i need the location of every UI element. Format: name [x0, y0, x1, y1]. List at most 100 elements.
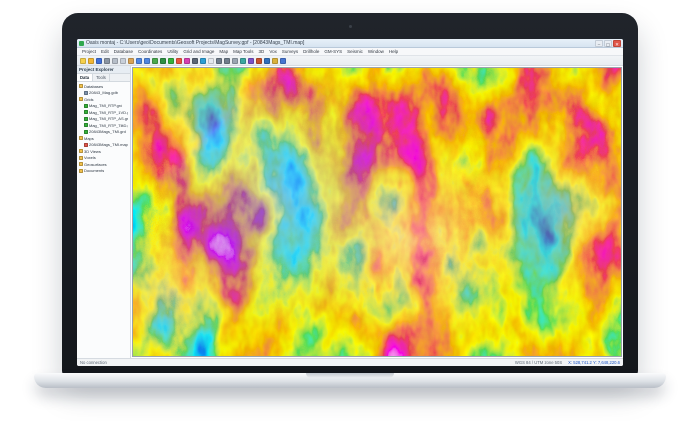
- explorer-tabs: DataTools: [77, 74, 130, 82]
- save-icon[interactable]: [96, 58, 102, 64]
- grid-icon: [84, 130, 88, 134]
- menu-bar: ProjectEditDatabaseCoordinatesUtilityGri…: [77, 48, 623, 56]
- menu-item[interactable]: Project: [80, 49, 98, 54]
- tree-item[interactable]: Documents: [77, 168, 130, 175]
- panel-title: Project Explorer: [77, 66, 130, 74]
- menu-item[interactable]: Map Tools: [231, 49, 255, 54]
- paste-icon[interactable]: [128, 58, 134, 64]
- app-window: Oasis montaj - C:\Users\geo\Documents\Ge…: [77, 39, 623, 366]
- folder-icon: [79, 169, 83, 173]
- project-tree: Databases 20843_Mag.gdb Grids Mag_TMI_RT…: [77, 82, 130, 358]
- grid-icon: [84, 117, 88, 121]
- tree-item-label: Mag_TMI_RTP_1VD.grd: [89, 110, 128, 115]
- menu-item[interactable]: Edit: [99, 49, 111, 54]
- redo-icon[interactable]: [144, 58, 150, 64]
- status-bar: No connection WGS 84 / UTM zone 50S X: 5…: [77, 358, 623, 366]
- status-coordinates: X: 528,741.2 Y: 7,648,220.6: [568, 360, 620, 365]
- folder-icon: [79, 156, 83, 160]
- tree-item-label: Documents: [84, 168, 104, 173]
- tree-item-label: Geosurfaces: [84, 162, 107, 167]
- folder-icon: [79, 162, 83, 166]
- cut-icon[interactable]: [112, 58, 118, 64]
- tree-item-label: 20843Mags_TMI.map: [89, 142, 128, 147]
- menu-item[interactable]: Window: [366, 49, 386, 54]
- grid-icon: [84, 104, 88, 108]
- status-connection: No connection: [80, 360, 107, 365]
- menu-item[interactable]: Drillhole: [301, 49, 321, 54]
- colour-tool-icon[interactable]: [184, 58, 190, 64]
- laptop-base-notch: [306, 373, 394, 378]
- help-icon[interactable]: [280, 58, 286, 64]
- pan-icon[interactable]: [232, 58, 238, 64]
- print-icon[interactable]: [104, 58, 110, 64]
- new-map-icon[interactable]: [208, 58, 214, 64]
- close-button[interactable]: ✕: [613, 40, 621, 47]
- open-project-icon[interactable]: [88, 58, 94, 64]
- tree-item-label: Maps: [84, 136, 94, 141]
- grid-icon: [84, 110, 88, 114]
- laptop-screen-bezel: Oasis montaj - C:\Users\geo\Documents\Ge…: [62, 13, 638, 376]
- folder-icon: [79, 149, 83, 153]
- window-controls: – ▢ ✕: [595, 40, 621, 47]
- map-icon: [84, 143, 88, 147]
- laptop-base: [34, 373, 666, 388]
- app-icon: [79, 41, 84, 46]
- raster-noise-svg: [133, 68, 621, 356]
- grid-display-icon[interactable]: [176, 58, 182, 64]
- tree-item-label: Mag_TMI_RTP_TiltD.grd: [89, 123, 128, 128]
- menu-item[interactable]: Seismic: [345, 49, 365, 54]
- tree-item-label: Voxels: [84, 155, 96, 160]
- open-database-icon[interactable]: [160, 58, 166, 64]
- minimize-button[interactable]: –: [595, 40, 603, 47]
- map-zoom-in-icon[interactable]: [216, 58, 222, 64]
- menu-item[interactable]: Surveys: [280, 49, 300, 54]
- magnetics-raster[interactable]: [132, 67, 622, 357]
- menu-item[interactable]: Database: [112, 49, 135, 54]
- menu-item[interactable]: Vox: [267, 49, 279, 54]
- menu-item[interactable]: GM-SYS: [322, 49, 344, 54]
- full-extent-icon[interactable]: [240, 58, 246, 64]
- 3d-view-icon[interactable]: [248, 58, 254, 64]
- explorer-tab[interactable]: Tools: [93, 74, 110, 81]
- menu-item[interactable]: Coordinates: [136, 49, 164, 54]
- new-database-icon[interactable]: [152, 58, 158, 64]
- undo-icon[interactable]: [136, 58, 142, 64]
- copy-icon[interactable]: [120, 58, 126, 64]
- maximize-button[interactable]: ▢: [604, 40, 612, 47]
- legend-icon[interactable]: [272, 58, 278, 64]
- folder-icon: [79, 97, 83, 101]
- map-viewport[interactable]: [131, 66, 623, 358]
- title-bar: Oasis montaj - C:\Users\geo\Documents\Ge…: [77, 39, 623, 48]
- tree-item-label: 20843Mags_TMI.grd: [89, 129, 126, 134]
- folder-icon: [79, 84, 83, 88]
- menu-item[interactable]: Help: [387, 49, 400, 54]
- window-title: Oasis montaj - C:\Users\geo\Documents\Ge…: [86, 40, 593, 46]
- tree-item-label: Databases: [84, 84, 103, 89]
- tree-item-label: Mag_TMI_RTP_AS.grd: [89, 116, 128, 121]
- tree-item-label: 3D Views: [84, 149, 101, 154]
- shadow-icon[interactable]: [192, 58, 198, 64]
- webcam-dot: [349, 25, 352, 28]
- menu-item[interactable]: Grid and Image: [181, 49, 216, 54]
- contour-icon[interactable]: [200, 58, 206, 64]
- explorer-tab[interactable]: Data: [77, 74, 93, 81]
- voxel-icon[interactable]: [256, 58, 262, 64]
- status-projection: WGS 84 / UTM zone 50S: [515, 360, 562, 365]
- profile-icon[interactable]: [264, 58, 270, 64]
- grid-icon[interactable]: [168, 58, 174, 64]
- new-project-icon[interactable]: [80, 58, 86, 64]
- grid-icon: [84, 123, 88, 127]
- main-area: Project Explorer DataTools Databases 208…: [77, 66, 623, 358]
- map-zoom-out-icon[interactable]: [224, 58, 230, 64]
- toolbar: [77, 56, 623, 66]
- menu-item[interactable]: Utility: [165, 49, 180, 54]
- tree-item-label: Mag_TMI_RTP.grd: [89, 103, 122, 108]
- project-explorer-panel: Project Explorer DataTools Databases 208…: [77, 66, 131, 358]
- menu-item[interactable]: Map: [217, 49, 230, 54]
- menu-item[interactable]: 3D: [257, 49, 267, 54]
- scene: Oasis montaj - C:\Users\geo\Documents\Ge…: [0, 0, 700, 421]
- tree-item-label: 20843_Mag.gdb: [89, 90, 118, 95]
- database-icon: [84, 91, 88, 95]
- tree-item-label: Grids: [84, 97, 94, 102]
- folder-icon: [79, 136, 83, 140]
